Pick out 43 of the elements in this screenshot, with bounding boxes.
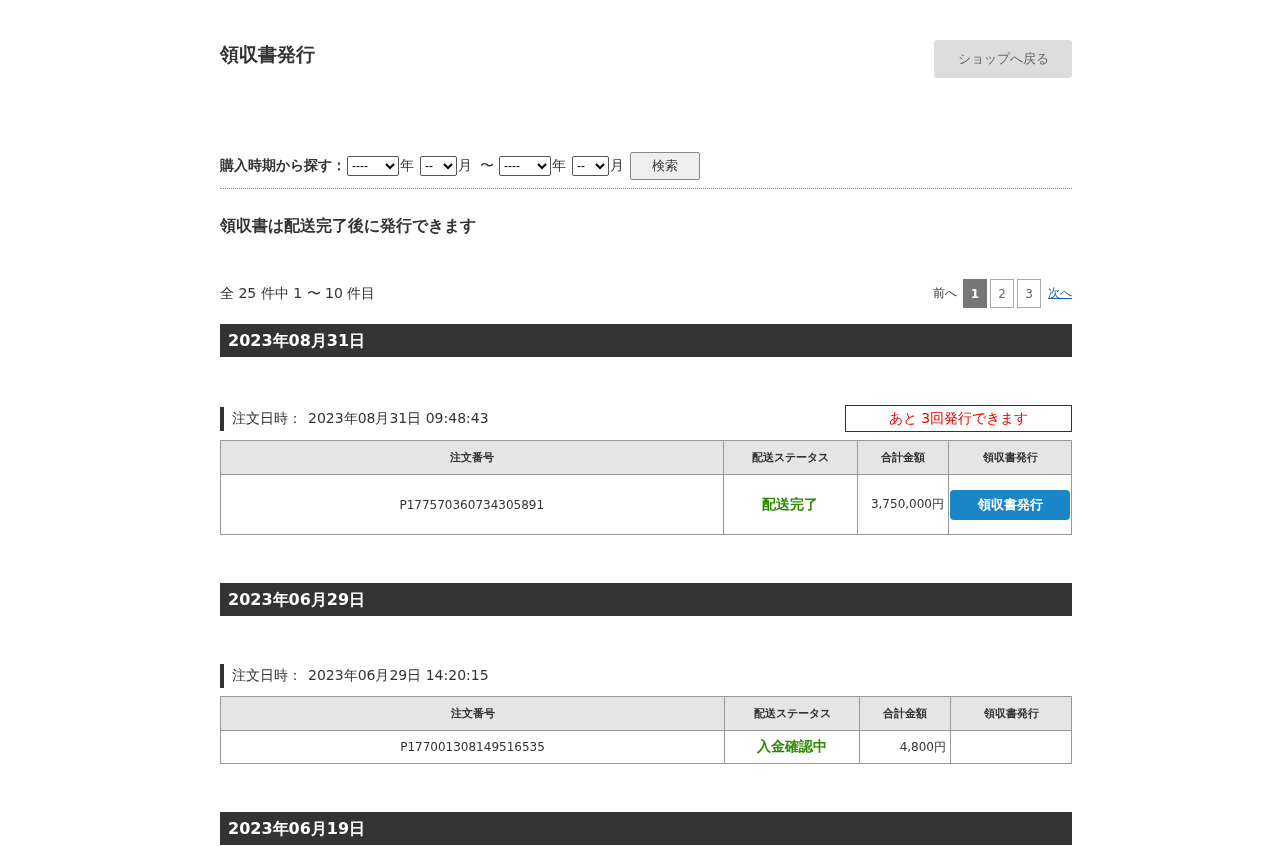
next-link[interactable]: 次へ — [1048, 285, 1072, 302]
column-header: 合計金額 — [857, 440, 949, 475]
page-link[interactable]: 1 — [963, 279, 987, 308]
column-header: 注文番号 — [220, 696, 725, 731]
month-select[interactable]: -- — [572, 156, 609, 176]
year-select[interactable]: ---- — [499, 156, 551, 176]
order-date-label: 注文日時： — [232, 667, 302, 685]
column-header: 領収書発行 — [950, 696, 1072, 731]
year-select[interactable]: ---- — [347, 156, 399, 176]
date-header: 2023年06月29日 — [220, 583, 1072, 616]
status-cell: 配送完了 — [723, 474, 858, 535]
order-date-label: 注文日時： — [232, 409, 302, 428]
search-label: 購入時期から探す： — [220, 157, 346, 175]
date-header: 2023年08月31日 — [220, 324, 1072, 357]
prev-label: 前へ — [933, 285, 957, 302]
total-cell: 3,750,000円 — [857, 474, 949, 535]
notice-text: 領収書は配送完了後に発行できます — [220, 216, 477, 237]
date-header: 2023年06月19日 — [220, 812, 1072, 845]
issue-receipt-button[interactable]: 領収書発行 — [950, 489, 1070, 520]
unit-label: 年 — [400, 157, 414, 175]
order-number-cell: P177570360734305891 — [220, 474, 724, 535]
column-header: 領収書発行 — [948, 440, 1072, 475]
unit-label: 月 — [458, 157, 472, 175]
unit-label: 月 — [610, 157, 624, 175]
order-number-cell: P177001308149516535 — [220, 730, 725, 764]
unit-label: 年 — [552, 157, 566, 175]
order-date-value: 2023年08月31日 09:48:43 — [308, 409, 489, 428]
remaining-notice: あと 3回発行できます — [845, 405, 1072, 432]
result-count: 全 25 件中 1 〜 10 件目 — [220, 284, 376, 303]
column-header: 配送ステータス — [723, 440, 858, 475]
page-link[interactable]: 2 — [990, 279, 1014, 308]
page-link[interactable]: 3 — [1017, 279, 1041, 308]
column-header: 配送ステータス — [724, 696, 860, 731]
back-to-shop-button[interactable]: ショップへ戻る — [934, 40, 1072, 78]
column-header: 合計金額 — [859, 696, 951, 731]
column-header: 注文番号 — [220, 440, 724, 475]
month-select[interactable]: -- — [420, 156, 457, 176]
status-cell: 入金確認中 — [724, 730, 860, 764]
search-button[interactable]: 検索 — [630, 152, 700, 180]
total-cell: 4,800円 — [859, 730, 951, 764]
page-title: 領収書発行 — [220, 42, 315, 67]
range-separator: 〜 — [480, 157, 494, 175]
order-date-value: 2023年06月29日 14:20:15 — [308, 667, 489, 685]
